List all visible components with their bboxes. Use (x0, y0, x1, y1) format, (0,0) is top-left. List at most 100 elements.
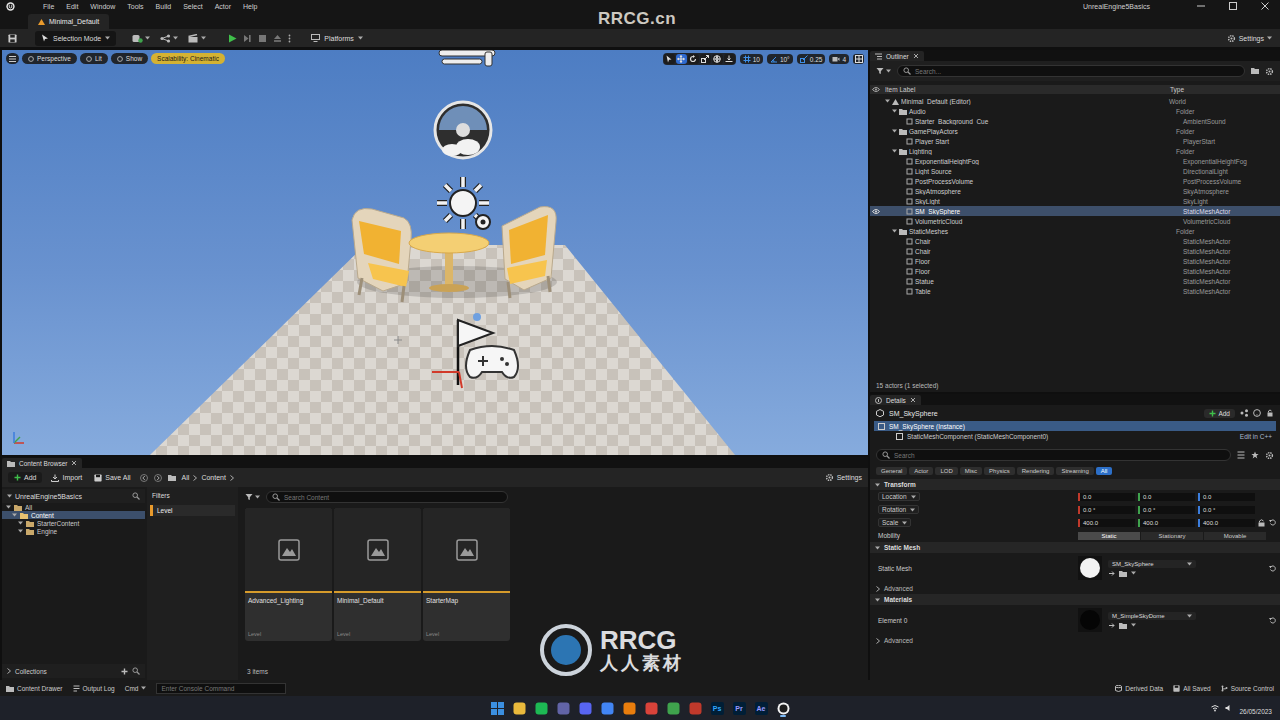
viewport-button[interactable]: Lit (80, 53, 108, 64)
viewport-button[interactable]: Show (111, 53, 148, 64)
taskbar-app[interactable] (688, 699, 702, 717)
level-viewport[interactable]: Perspective Lit Show Scalability: Cinema… (2, 50, 868, 455)
transform-tool[interactable] (688, 54, 699, 64)
help-icon[interactable] (1253, 409, 1261, 417)
outliner-row[interactable]: Chair StaticMeshActor (870, 246, 1280, 256)
component-row[interactable]: SM_SkySphere (Instance) (874, 421, 1276, 431)
level-tab[interactable]: Minimal_Default (28, 14, 109, 29)
details-filter-chip[interactable]: Physics (984, 467, 1015, 475)
player-start-icon[interactable] (432, 313, 518, 388)
section-header[interactable]: Materials (870, 594, 1280, 605)
filter-icon[interactable] (245, 493, 253, 501)
taskbar-app[interactable] (512, 699, 526, 717)
chair-right[interactable] (502, 207, 556, 298)
asset-picker-dropdown[interactable]: SM_SkySphere (1108, 560, 1196, 568)
outliner-row[interactable]: Light Source DirectionalLight (870, 166, 1280, 176)
status-bar-button[interactable]: Output Log (73, 685, 115, 692)
visibility-eye-icon[interactable] (872, 209, 880, 214)
mobility-option[interactable]: Movable (1204, 532, 1266, 540)
grid-view-icon[interactable] (1237, 451, 1245, 459)
mobility-option[interactable]: Stationary (1141, 532, 1203, 540)
outliner-filter[interactable] (876, 67, 891, 75)
add-actor-button[interactable] (132, 34, 150, 43)
details-filter-chip[interactable]: Rendering (1017, 467, 1055, 475)
import-button[interactable]: Import (48, 472, 85, 484)
outliner-row[interactable]: Floor StaticMeshActor (870, 256, 1280, 266)
asset-picker-dropdown[interactable]: M_SimpleSkyDome (1108, 612, 1196, 620)
viewport-button[interactable]: Perspective (22, 53, 77, 64)
outliner-row[interactable]: Table StaticMeshActor (870, 286, 1280, 296)
outliner-search-input[interactable]: Search... (897, 65, 1245, 77)
column-header[interactable]: Item Label (882, 86, 1170, 93)
save-all-button[interactable]: Save All (91, 472, 133, 484)
menu-item[interactable]: Tools (121, 3, 149, 10)
outliner-row[interactable]: Starter_Background_Cue AmbientSound (870, 116, 1280, 126)
menu-item[interactable]: Help (237, 3, 263, 10)
directional-light-icon[interactable] (437, 177, 490, 229)
taskbar-app[interactable] (644, 699, 658, 717)
add-folder-icon[interactable] (1251, 67, 1259, 75)
taskbar-app[interactable] (534, 699, 548, 717)
transform-mode-dropdown[interactable]: Rotation (878, 505, 919, 514)
menu-item[interactable]: Edit (60, 3, 84, 10)
chair-left[interactable] (352, 208, 411, 302)
breadcrumb-item[interactable]: All (182, 474, 190, 481)
number-field[interactable]: 400.0 (1078, 519, 1135, 527)
reset-arrow-icon[interactable] (1269, 519, 1276, 526)
taskbar-app[interactable] (666, 699, 680, 717)
favorite-icon[interactable] (1251, 451, 1259, 459)
details-filter-chip[interactable]: Actor (909, 467, 933, 475)
number-field[interactable]: 0.0 ° (1078, 506, 1135, 514)
taskbar-app[interactable]: Ae (754, 699, 768, 717)
outliner-row[interactable]: Audio Folder (870, 106, 1280, 116)
reset-arrow-icon[interactable] (1269, 565, 1276, 572)
outliner-row[interactable]: GamePlayActors Folder (870, 126, 1280, 136)
reset-arrow-icon[interactable] (1269, 617, 1276, 624)
menu-item[interactable]: Build (150, 3, 178, 10)
asset-tile[interactable]: StarterMap Level (423, 508, 510, 641)
more-options-icon[interactable] (288, 34, 291, 43)
outliner-row[interactable]: SkyAtmosphere SkyAtmosphere (870, 186, 1280, 196)
mobility-option[interactable]: Static (1078, 532, 1140, 540)
search-content-input[interactable]: Search Content (266, 491, 508, 503)
asset-thumbnail[interactable] (1078, 556, 1102, 580)
cinematics-button[interactable] (188, 34, 206, 43)
blueprint-convert-icon[interactable] (1240, 409, 1248, 417)
volume-icon[interactable] (1225, 704, 1233, 712)
blueprint-button[interactable] (160, 34, 178, 43)
column-header[interactable]: Type (1170, 86, 1280, 93)
close-icon[interactable] (913, 53, 919, 59)
section-header[interactable]: Transform (870, 479, 1280, 490)
menu-item[interactable]: Window (84, 3, 121, 10)
menu-item[interactable]: Select (177, 3, 208, 10)
save-icon[interactable] (8, 34, 17, 43)
forward-icon[interactable] (154, 474, 162, 482)
filter-icon[interactable] (876, 67, 884, 75)
outliner-row[interactable]: PostProcessVolume PostProcessVolume (870, 176, 1280, 186)
outliner-row[interactable]: SM_SkySphere StaticMeshActor (870, 206, 1280, 216)
floor[interactable] (150, 245, 735, 455)
menu-item[interactable]: File (37, 3, 60, 10)
close-icon[interactable] (71, 460, 77, 466)
outliner-tab[interactable]: Outliner (870, 51, 924, 61)
surface-snap-toggle[interactable] (724, 54, 735, 64)
viewport-button[interactable]: Scalability: Cinematic (151, 53, 225, 64)
advanced-expander[interactable]: Advanced (870, 583, 1280, 594)
lock-panel-icon[interactable] (1266, 409, 1274, 417)
sky-atmosphere-icon[interactable] (435, 102, 491, 158)
console-input[interactable]: Enter Console Command (156, 683, 286, 694)
play-icon[interactable] (228, 34, 237, 43)
outliner-row[interactable]: Player Start PlayerStart (870, 136, 1280, 146)
taskbar-app[interactable] (556, 699, 570, 717)
transform-tool[interactable] (700, 54, 711, 64)
details-filter-chip[interactable]: General (876, 467, 907, 475)
status-bar-button[interactable]: Derived Data (1115, 685, 1163, 692)
back-icon[interactable] (140, 474, 148, 482)
outliner-row[interactable]: Chair StaticMeshActor (870, 236, 1280, 246)
viewport-top-actor-icon[interactable] (439, 50, 495, 66)
close-icon[interactable] (910, 397, 916, 403)
maximize-icon[interactable] (1228, 2, 1238, 10)
transform-mode-dropdown[interactable]: Location (878, 492, 920, 501)
breadcrumb-item[interactable]: Content (201, 474, 226, 481)
folder-tree-item[interactable]: All (2, 503, 145, 511)
